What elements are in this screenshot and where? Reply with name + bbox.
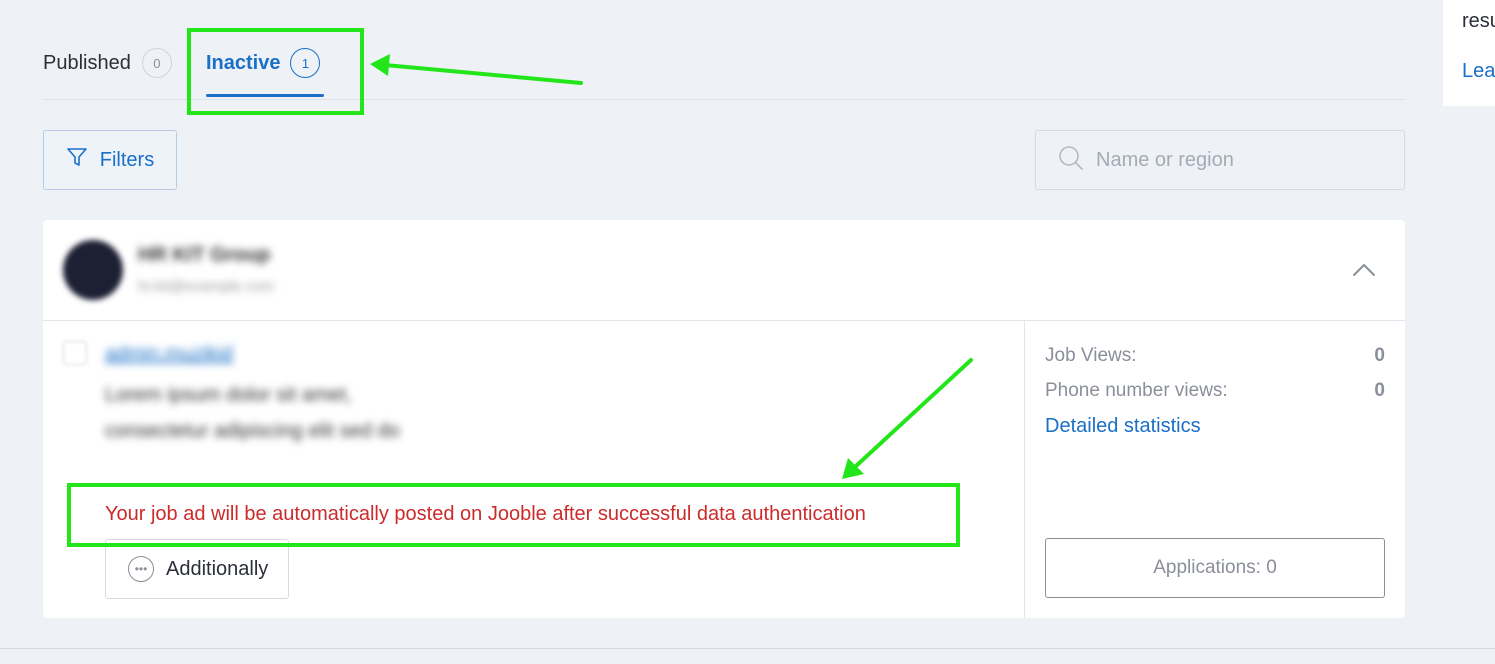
search-box — [1035, 130, 1405, 190]
highlight-box-notice — [67, 483, 960, 547]
divider — [0, 648, 1495, 649]
side-card-text: resu — [1462, 10, 1495, 32]
filter-icon — [66, 146, 88, 174]
job-views-label: Job Views: — [1045, 345, 1137, 366]
job-details: admin.muzikid Lorem ipsum dolor sit amet… — [43, 321, 1024, 618]
tab-published[interactable]: Published 0 — [43, 48, 172, 78]
job-views-row: Job Views: 0 — [1045, 345, 1385, 367]
tab-published-count: 0 — [141, 48, 172, 78]
highlight-box-tab — [187, 28, 364, 115]
phone-views-value: 0 — [1374, 380, 1385, 401]
company-name: HR KIT Group — [138, 244, 271, 266]
additionally-button[interactable]: ••• Additionally — [105, 539, 289, 599]
job-description: Lorem ipsum dolor sit amet, consectetur … — [105, 384, 400, 442]
applications-button[interactable]: Applications: 0 — [1045, 538, 1385, 598]
search-icon — [1058, 145, 1084, 176]
job-select-checkbox[interactable] — [63, 341, 87, 365]
side-card: resu Lea — [1443, 0, 1495, 106]
collapse-button[interactable] — [1348, 256, 1380, 284]
additionally-label: Additionally — [166, 557, 269, 580]
job-statistics: Job Views: 0 Phone number views: 0 Detai… — [1024, 321, 1405, 618]
chevron-up-icon — [1348, 264, 1380, 288]
company-header: HR KIT Group hr.kit@example.com — [43, 220, 1405, 321]
page: Published 0 Inactive 1 Filters resu Lea — [0, 0, 1495, 664]
phone-views-label: Phone number views: — [1045, 380, 1228, 401]
detailed-statistics-link[interactable]: Detailed statistics — [1045, 415, 1201, 438]
filters-button[interactable]: Filters — [43, 130, 177, 190]
job-title-link[interactable]: admin.muzikid — [105, 343, 233, 366]
job-card: HR KIT Group hr.kit@example.com admin.mu… — [43, 220, 1405, 618]
job-views-value: 0 — [1374, 345, 1385, 366]
more-options-icon: ••• — [128, 556, 154, 582]
company-subtitle: hr.kit@example.com — [138, 278, 275, 295]
tab-published-label: Published — [43, 51, 131, 74]
side-card-link[interactable]: Lea — [1462, 60, 1495, 83]
search-input[interactable] — [1096, 148, 1386, 172]
phone-views-row: Phone number views: 0 — [1045, 380, 1385, 402]
company-avatar — [63, 240, 123, 300]
filters-label: Filters — [99, 148, 155, 171]
